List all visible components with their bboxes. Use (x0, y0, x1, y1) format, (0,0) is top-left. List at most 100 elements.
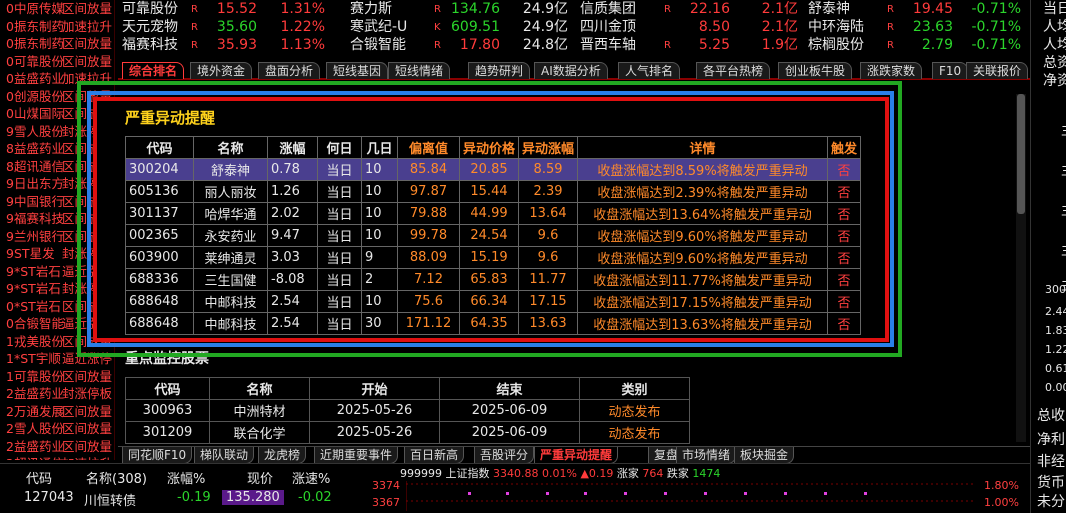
quote-row[interactable]: 四川金顶 8.50 2.1亿 (576, 18, 801, 36)
quote-row[interactable]: 天元宠物 R 35.60 1.22% (118, 18, 343, 36)
monitor-table-row[interactable]: 301209 联合化学 2025-05-26 2025-06-09 动态发布 (125, 421, 690, 444)
alert-table-row[interactable]: 300204 舒泰神 0.78 当日 10 85.84 20.85 8.59 收盘涨幅达到8.5… (125, 158, 862, 181)
alert-list-item[interactable]: 2万通发展区间放量 (0, 403, 114, 421)
alert-cell: 688648 (125, 312, 194, 335)
tab-top[interactable]: 综合排名 (122, 62, 185, 79)
quote-change: 1.31% (280, 1, 325, 17)
alert-table-row[interactable]: 603900 莱绅通灵 3.03 当日 9 88.09 15.19 9.6 收盘涨幅达到9.60… (125, 246, 862, 269)
alert-table-row[interactable]: 688648 中邮科技 2.54 当日 10 75.6 66.34 17.15 收盘涨幅达到17… (125, 290, 862, 313)
tab-bottom[interactable]: 龙虎榜 (258, 447, 307, 464)
quote-row[interactable]: 棕榈股份 R 2.79 -0.71% (804, 36, 1029, 54)
alert-table-row[interactable]: 688648 中邮科技 2.54 当日 30 171.12 64.35 13.63 收盘涨幅达到… (125, 312, 862, 335)
alert-cell: 收盘涨幅达到9.60%将触发严重异动 (577, 246, 829, 269)
alert-column-header[interactable]: 代码 (125, 136, 194, 159)
alert-item-name: *ST岩石 (14, 281, 61, 296)
tab-bottom[interactable]: 同花顺F10 (122, 447, 193, 464)
alert-list-item[interactable]: 0振东制药区间放量 (0, 35, 114, 53)
monitor-column-header[interactable]: 开始 (309, 377, 440, 400)
alert-table-row[interactable]: 688336 三生国健 -8.08 当日 2 7.12 65.83 11.77 收盘涨幅达到11… (125, 268, 862, 291)
quote-code[interactable]: 127043 (24, 490, 74, 505)
alert-column-header[interactable]: 几日 (361, 136, 398, 159)
tab-top[interactable]: 关联报价 (966, 62, 1029, 79)
tab-bottom[interactable]: 近期重要事件 (314, 447, 399, 464)
alert-column-header[interactable]: 涨幅 (267, 136, 318, 159)
alert-list-item[interactable]: 1可靠股份区间放量 (0, 368, 114, 386)
quote-row[interactable]: 合锻智能 R 17.80 24.8亿 (346, 36, 571, 54)
alert-table-row[interactable]: 605136 丽人丽妆 1.26 当日 10 97.87 15.44 2.39 收盘涨幅达到2.… (125, 180, 862, 203)
alert-cell: 否 (827, 246, 862, 269)
monitor-column-header[interactable]: 类别 (579, 377, 690, 400)
alert-item-status: 区间放量 (62, 403, 113, 419)
alert-table-row[interactable]: 002365 永安药业 9.47 当日 10 99.78 24.54 9.6 收盘涨幅达到9.6… (125, 224, 862, 247)
tab-top[interactable]: 创业板牛股 (778, 62, 853, 79)
tab-bottom[interactable]: 吾股评分 (474, 447, 535, 464)
alert-list-item[interactable]: 2益盛药业区间放量 (0, 438, 114, 456)
alert-column-header[interactable]: 异动涨幅 (518, 136, 579, 159)
quote-row[interactable]: 信质集团 R 22.16 2.1亿 (576, 0, 801, 18)
alert-cell: 20.85 (458, 158, 520, 181)
tab-top[interactable]: 涨跌家数 (860, 62, 923, 79)
alert-item-name: 创源股份 (14, 88, 65, 104)
tab-top[interactable]: 盘面分析 (258, 62, 321, 79)
tab-bottom[interactable]: 严重异动提醒 (534, 447, 619, 464)
quote-row[interactable]: 赛力斯 R 134.76 24.9亿 (346, 0, 571, 18)
quote-name[interactable]: 川恒转债 (84, 490, 136, 509)
tab-top[interactable]: 各平台热榜 (696, 62, 771, 79)
alert-column-header[interactable]: 名称 (193, 136, 268, 159)
right-main-label: 主 (1061, 120, 1066, 140)
alert-column-header[interactable]: 详情 (577, 136, 829, 159)
quote-row[interactable]: 福赛科技 R 35.93 1.13% (118, 36, 343, 54)
tab-top[interactable]: 短线情绪 (388, 62, 451, 79)
alert-list-item[interactable]: 2雪人股份区间放量 (0, 420, 114, 438)
quote-row[interactable]: 中环海陆 R 23.63 -0.71% (804, 18, 1029, 36)
quote-change: 24.9亿 (522, 19, 568, 35)
alert-list-item[interactable]: 2益盛药业封涨停板 (0, 385, 114, 403)
tab-top[interactable]: 境外资金 (190, 62, 253, 79)
tab-top[interactable]: 趋势研判 (468, 62, 531, 79)
right-info-label: 人均 (1043, 19, 1066, 35)
y-axis-left-top: 3374 (372, 479, 400, 492)
alert-cell: 收盘涨幅达到8.59%将触发严重异动 (577, 158, 829, 181)
alert-item-num: 9 (6, 123, 14, 139)
alert-cell: 8.59 (518, 158, 579, 181)
tab-bottom[interactable]: 百日新高 (404, 447, 465, 464)
monitor-table-row[interactable]: 300963 中洲特材 2025-05-26 2025-06-09 动态发布 (125, 399, 690, 422)
tab-top[interactable]: 短线基因 (326, 62, 389, 79)
monitor-cell: 2025-06-09 (439, 399, 580, 422)
alert-cell: 75.6 (397, 290, 460, 313)
tab-top[interactable]: F10 (932, 62, 969, 79)
index-mini-chart[interactable]: 999999 上证指数 3340.88 0.01% ▲0.19 涨家 764 跌… (350, 463, 1030, 513)
alert-list-item[interactable]: 2超讯通信加速拉升 (0, 455, 114, 460)
monitor-column-header[interactable]: 名称 (209, 377, 310, 400)
alert-table-row[interactable]: 301137 哈焊华通 2.02 当日 10 79.88 44.99 13.64 收盘涨幅达到1… (125, 202, 862, 225)
quote-row[interactable]: 舒泰神 R 19.45 -0.71% (804, 0, 1029, 18)
quote-change: -0.71% (971, 37, 1021, 53)
tab-bottom[interactable]: 板块掘金 (734, 447, 795, 464)
alert-cell: 688648 (125, 290, 194, 313)
alert-item-name: 可靠股份 (14, 53, 65, 69)
monitor-column-header[interactable]: 结束 (439, 377, 580, 400)
tab-top[interactable]: AI数据分析 (534, 62, 608, 79)
tab-bottom[interactable]: 梯队联动 (194, 447, 255, 464)
quote-row[interactable]: 寒武纪-U K 609.51 24.9亿 (346, 18, 571, 36)
alert-list-item[interactable]: 0中原传媒区间放量 (0, 0, 114, 18)
alert-cell: 否 (827, 312, 862, 335)
alert-cell: 97.87 (397, 180, 460, 203)
alert-column-header[interactable]: 偏离值 (397, 136, 460, 159)
main-scrollbar[interactable] (1016, 94, 1026, 442)
alert-cell: 当日 (317, 180, 362, 203)
quote-row[interactable]: 可靠股份 R 15.52 1.31% (118, 0, 343, 18)
alert-cell: 当日 (317, 202, 362, 225)
quote-price: 15.52 (216, 1, 257, 17)
scrollbar-thumb[interactable] (1017, 94, 1025, 214)
monitor-column-header[interactable]: 代码 (125, 377, 210, 400)
alert-item-num: 2 (6, 403, 14, 419)
tab-bottom[interactable]: 市场情绪 (676, 447, 737, 464)
alert-column-header[interactable]: 触发 (827, 136, 862, 159)
alert-column-header[interactable]: 异动价格 (458, 136, 520, 159)
quote-row[interactable]: 晋西车轴 R 5.25 1.9亿 (576, 36, 801, 54)
alert-list-item[interactable]: 0可靠股份区间放量 (0, 53, 114, 71)
alert-column-header[interactable]: 何日 (317, 136, 362, 159)
tab-top[interactable]: 人气排名 (618, 62, 681, 79)
alert-list-item[interactable]: 0振东制药加速拉升 (0, 18, 114, 36)
